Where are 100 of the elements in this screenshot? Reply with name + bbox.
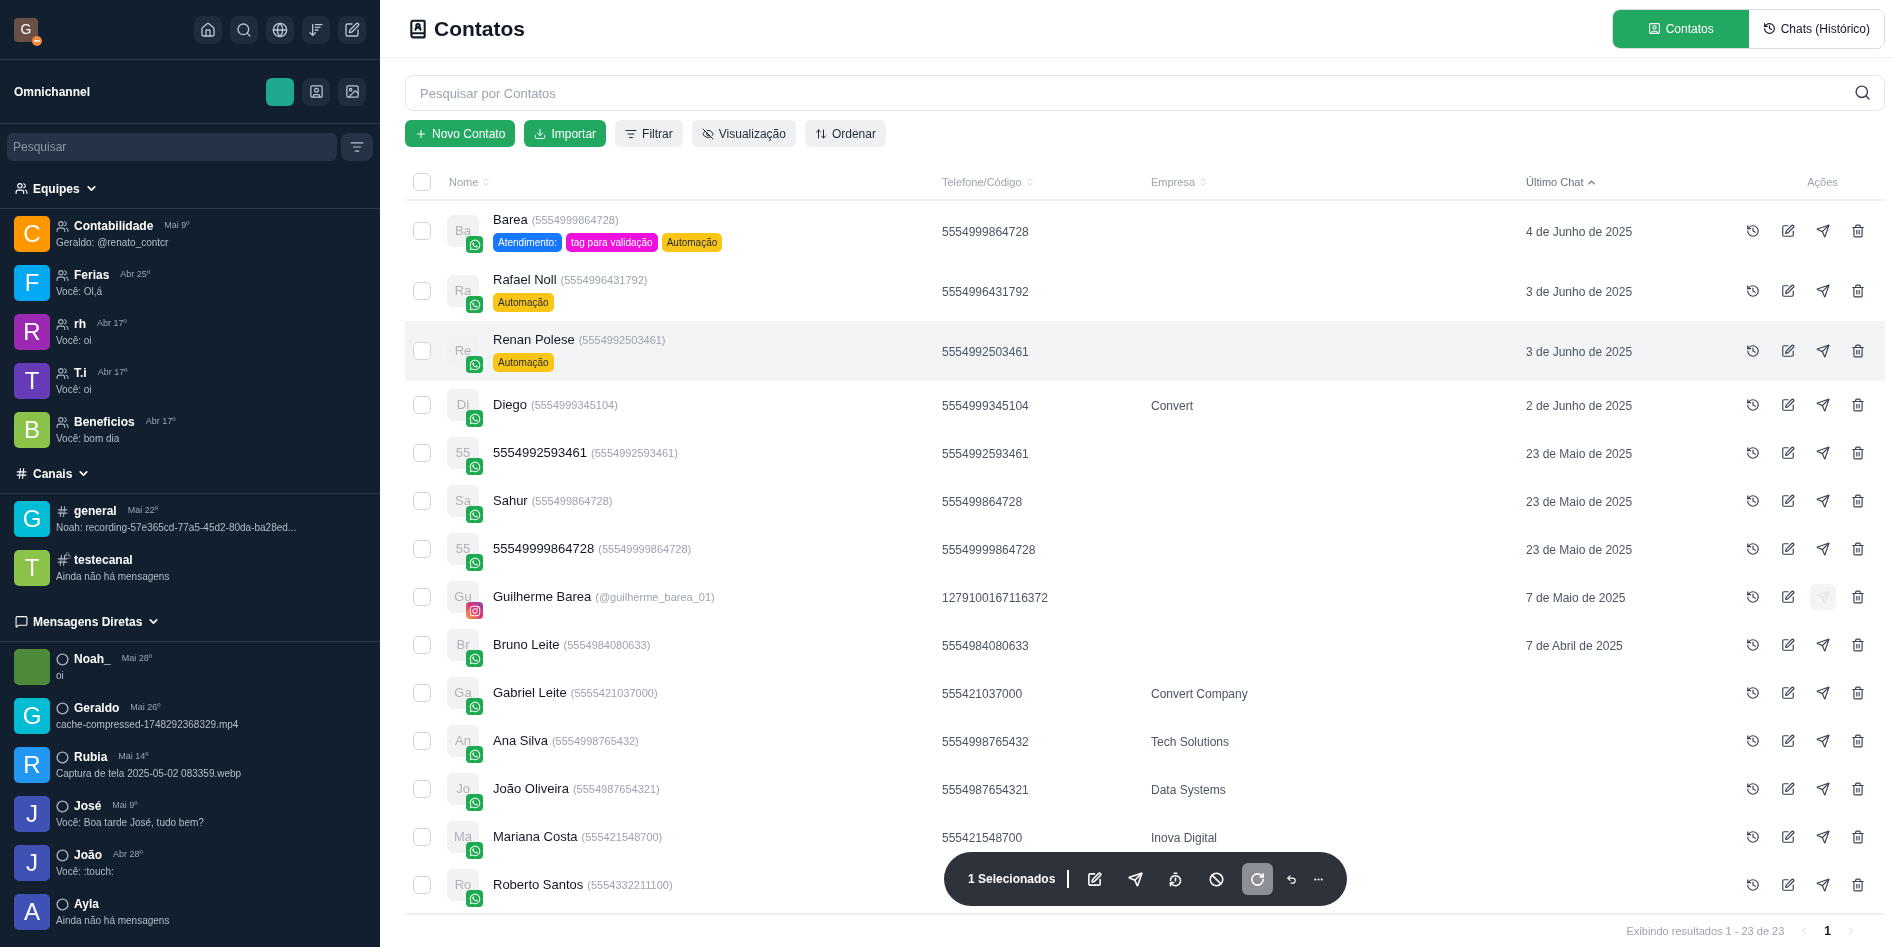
avatar: G — [14, 500, 50, 537]
conversation-item[interactable]: J João Abr 28º Você: :touch: — [0, 838, 380, 887]
conversation-item[interactable]: R rh Abr 17º Você: oi — [0, 307, 380, 356]
conversation-item[interactable]: C Contabilidade Mai 9º Geraldo: @renato_contcr — [0, 209, 380, 258]
avatar: G — [14, 697, 50, 734]
row-checkbox[interactable] — [413, 540, 431, 558]
image-button[interactable] — [338, 77, 366, 106]
conversation-item[interactable]: J José Mai 9º Você: Boa tarde José, tudo bem? — [0, 789, 380, 838]
send-icon — [1816, 344, 1830, 358]
status-ring-icon — [56, 701, 69, 715]
sort-button[interactable] — [302, 15, 330, 44]
conversation-date: Abr 25º — [120, 268, 151, 282]
company-name: Convert Company — [1151, 687, 1248, 701]
row-checkbox[interactable] — [413, 396, 431, 414]
section-header[interactable]: Equipes — [0, 169, 380, 209]
contact-handle: (5554999345104) — [530, 398, 618, 414]
phone-number: 5554999864728 — [942, 225, 1029, 239]
conversation-item[interactable]: Noah_ Mai 28º oi — [0, 642, 380, 691]
send-icon — [1816, 878, 1830, 892]
toolbar-button[interactable]: Filtrar — [615, 120, 683, 147]
search-field[interactable]: Pesquisar — [7, 133, 337, 161]
last-chat-date: 7 de Abril de 2025 — [1526, 639, 1623, 653]
conversation-date: Mai 9º — [164, 219, 190, 233]
send-icon — [1816, 494, 1830, 508]
trash-icon — [1851, 734, 1865, 748]
history-icon — [1746, 590, 1760, 604]
history-icon — [1746, 686, 1760, 700]
row-checkbox[interactable] — [413, 588, 431, 606]
edit-icon — [1781, 224, 1795, 238]
contact-handle: (5554987654321) — [572, 782, 660, 798]
row-checkbox[interactable] — [413, 492, 431, 510]
row-checkbox[interactable] — [413, 876, 431, 894]
contact-row[interactable]: Re Renan Polese (5554992503461) Automação 5554992503461 3 de Junho de 2025 — [405, 321, 1885, 381]
contact-name: Diego — [493, 396, 527, 415]
hash-lock-icon — [56, 553, 69, 567]
history-icon — [1746, 878, 1760, 892]
phone-number: 5554999345104 — [942, 399, 1029, 413]
row-checkbox[interactable] — [413, 636, 431, 654]
message-preview: Você: Boa tarde José, tudo bem? — [56, 816, 204, 830]
message-preview: Você: oi — [56, 334, 93, 348]
globe-button[interactable] — [266, 15, 294, 44]
row-checkbox[interactable] — [413, 780, 431, 798]
page-button[interactable]: 1 — [1824, 922, 1831, 940]
section-header[interactable]: Canais — [0, 454, 380, 494]
contacts-search-field[interactable]: Pesquisar por Contatos — [405, 75, 1885, 111]
contact-card-icon — [308, 84, 324, 99]
avatar: T — [14, 362, 50, 399]
conversation-item[interactable]: G general Mai 22º Noah: recording-57e365cd-77a5-45d2-80da-ba28ed... — [0, 494, 380, 543]
trash-icon — [1851, 782, 1865, 796]
color-button[interactable] — [266, 77, 294, 106]
contact-card-icon — [1647, 22, 1661, 35]
contact-name: Barea — [493, 211, 528, 230]
filter-button[interactable] — [341, 133, 373, 161]
conversation-name: T.i — [74, 365, 87, 382]
edit-icon — [1781, 344, 1795, 358]
home-button[interactable] — [194, 15, 222, 44]
plus-icon — [415, 127, 427, 140]
conversation-item[interactable]: T T.i Abr 17º Você: oi — [0, 356, 380, 405]
conversation-item[interactable]: A Ayla Ainda não há mensagens — [0, 887, 380, 936]
conversation-name: general — [74, 503, 117, 520]
conversation-name: rh — [74, 316, 86, 333]
conversation-date: Mai 28º — [121, 652, 152, 666]
row-checkbox[interactable] — [413, 828, 431, 846]
phone-number: 5554992593461 — [942, 447, 1029, 461]
send-icon — [1816, 224, 1830, 238]
send-icon — [1816, 398, 1830, 412]
last-chat-date: 2 de Junho de 2025 — [1526, 399, 1633, 413]
contact-handle: (5555421037000) — [570, 686, 658, 702]
company-name: Data Systems — [1151, 783, 1226, 797]
row-checkbox[interactable] — [413, 282, 431, 300]
conversation-item[interactable]: T testecanal Ainda não há mensagens — [0, 543, 380, 592]
column-header[interactable]: Último Chat — [1526, 173, 1584, 191]
avatar: R — [14, 313, 50, 350]
filter-icon — [625, 127, 638, 140]
conversation-item[interactable]: F Ferias Abr 25º Você: Ol,á — [0, 258, 380, 307]
conversation-item[interactable]: G Geraldo Mai 26º cache-compressed-1748292368329.mp4 — [0, 691, 380, 740]
conversation-item[interactable]: R Rubia Mai 14º Captura de tela 2025-05-02 083359.webp — [0, 740, 380, 789]
row-checkbox[interactable] — [413, 222, 431, 240]
send-icon — [1127, 871, 1143, 887]
contact-name: Sahur — [493, 492, 528, 511]
row-checkbox[interactable] — [413, 684, 431, 702]
contacts-button[interactable] — [302, 77, 330, 106]
row-checkbox[interactable] — [413, 444, 431, 462]
trash-icon — [1851, 590, 1865, 604]
conversation-date: Abr 17º — [97, 366, 128, 380]
section-header[interactable]: Mensagens Diretas — [0, 602, 380, 642]
message-preview: Você: Ol,á — [56, 285, 104, 299]
select-all-checkbox[interactable] — [413, 173, 431, 191]
tag: tag para validação — [565, 232, 658, 252]
phone-number: 1279100167116372 — [942, 591, 1048, 605]
compose-button[interactable] — [338, 15, 366, 44]
row-checkbox[interactable] — [413, 342, 431, 360]
send-icon — [1816, 830, 1830, 844]
row-checkbox[interactable] — [413, 732, 431, 750]
search-button[interactable] — [230, 15, 258, 44]
toolbar-button[interactable]: Visualização — [691, 120, 796, 147]
tag: Atendimento: — [493, 232, 562, 252]
toolbar-button[interactable]: Ordenar — [804, 120, 886, 147]
reopen-button[interactable] — [1241, 863, 1273, 895]
conversation-item[interactable]: B Beneficios Abr 17º Você: bom dia — [0, 405, 380, 454]
